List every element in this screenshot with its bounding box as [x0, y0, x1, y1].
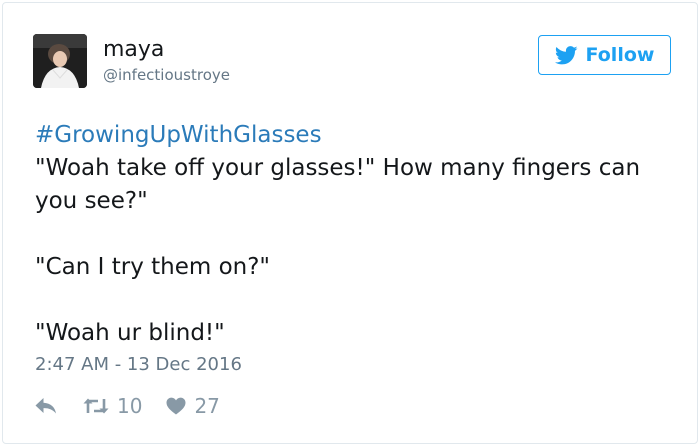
- display-name[interactable]: maya: [103, 36, 164, 64]
- retweet-button[interactable]: 10: [83, 394, 142, 418]
- reply-icon: [35, 398, 56, 414]
- line-break: [35, 218, 675, 251]
- tweet-text: #GrowingUpWithGlasses "Woah take off you…: [35, 119, 675, 350]
- like-count: 27: [194, 394, 220, 418]
- tweet-actions: 10 27: [35, 394, 220, 418]
- tweet-line: "Can I try them on?": [35, 254, 271, 280]
- tweet-line: "Woah ur blind!": [35, 320, 225, 346]
- avatar[interactable]: [33, 34, 87, 88]
- retweet-count: 10: [117, 394, 143, 418]
- follow-button[interactable]: Follow: [538, 35, 671, 75]
- follow-label: Follow: [585, 44, 655, 66]
- tweet-card: maya @infectioustroye Follow #GrowingUpW…: [2, 2, 698, 444]
- like-button[interactable]: 27: [166, 394, 220, 418]
- timestamp[interactable]: 2:47 AM - 13 Dec 2016: [35, 353, 242, 377]
- twitter-bird-icon: [554, 45, 578, 64]
- line-break: [35, 284, 675, 317]
- hashtag-link[interactable]: #GrowingUpWithGlasses: [35, 122, 322, 148]
- retweet-icon: [83, 398, 109, 414]
- tweet-line: "Woah take off your glasses!" How many f…: [35, 155, 641, 214]
- reply-button[interactable]: [35, 398, 57, 414]
- heart-icon: [166, 397, 186, 415]
- user-handle[interactable]: @infectioustroye: [103, 66, 230, 84]
